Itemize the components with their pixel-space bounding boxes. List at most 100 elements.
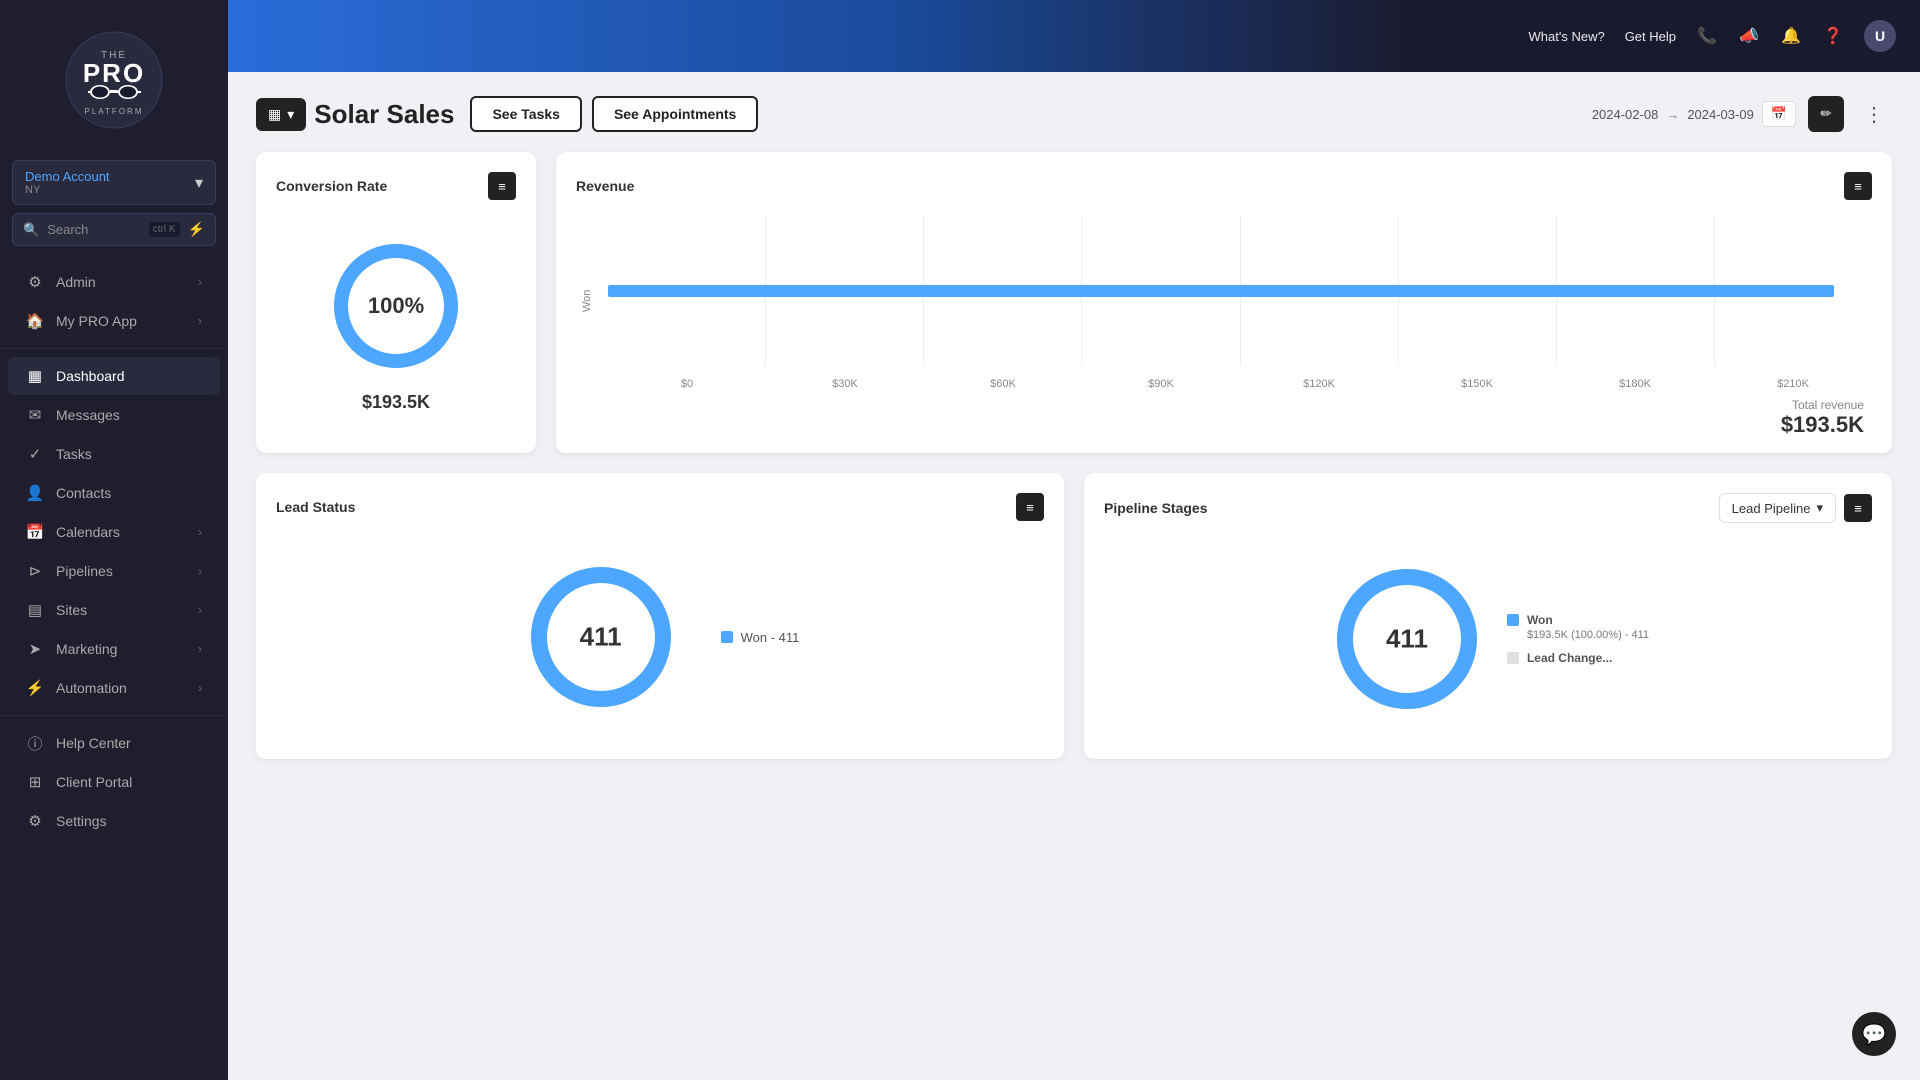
contacts-icon: 👤 xyxy=(26,484,44,502)
x-label-5: $150K xyxy=(1398,378,1556,390)
edit-button[interactable]: ✏ xyxy=(1808,96,1844,132)
pipeline-donut: 411 xyxy=(1327,559,1487,719)
search-bar[interactable]: 🔍 ctrl K ⚡ xyxy=(12,213,216,246)
calendar-icon[interactable]: 📅 xyxy=(1762,101,1796,127)
marketing-arrow: › xyxy=(198,642,202,656)
sidebar-item-tasks[interactable]: ✓ Tasks xyxy=(8,435,220,473)
sidebar-label-calendars: Calendars xyxy=(56,524,186,540)
svg-text:PLATFORM: PLATFORM xyxy=(85,107,144,116)
sidebar-item-my-pro-app[interactable]: 🏠 My PRO App › xyxy=(8,302,220,340)
date-range: 2024-02-08 → 2024-03-09 📅 xyxy=(1592,101,1796,127)
revenue-settings-button[interactable]: ≡ xyxy=(1844,172,1872,200)
pipeline-legend-won-detail: $193.5K (100.00%) - 411 xyxy=(1527,628,1649,643)
revenue-chart-area: $0 $30K $60K $90K $120K $150K $180K $210… xyxy=(608,216,1872,366)
x-label-0: $0 xyxy=(608,378,766,390)
pipelines-arrow: › xyxy=(198,564,202,578)
pipeline-legend-won: Won $193.5K (100.00%) - 411 xyxy=(1507,612,1649,644)
sidebar-item-pipelines[interactable]: ⊳ Pipelines › xyxy=(8,552,220,590)
client-portal-icon: ⊞ xyxy=(26,773,44,791)
dash-title-block: ▦ ▾ Solar Sales xyxy=(256,98,454,131)
pipeline-legend-lead-change-text: Lead Change... xyxy=(1527,650,1612,667)
marketing-icon: ➤ xyxy=(26,640,44,658)
pipeline-stages-widget: Pipeline Stages Lead Pipeline ▾ ≡ xyxy=(1084,473,1892,759)
sidebar-item-client-portal[interactable]: ⊞ Client Portal xyxy=(8,763,220,801)
revenue-total-block: Total revenue $193.5K xyxy=(576,398,1872,438)
pipeline-body: 411 Won $193.5K (100.00%) - 411 xyxy=(1104,539,1872,739)
main-wrapper: What's New? Get Help 📞 📣 🔔 ❓ U ▦ ▾ Solar… xyxy=(228,0,1920,1080)
conversion-rate-widget: Conversion Rate ≡ 100% $193.5K xyxy=(256,152,536,453)
revenue-header: Revenue ≡ xyxy=(576,172,1872,200)
pipeline-dropdown[interactable]: Lead Pipeline ▾ xyxy=(1719,493,1836,523)
account-selector[interactable]: Demo Account NY ▾ xyxy=(12,160,216,205)
sidebar-item-help-center[interactable]: ⓘ Help Center xyxy=(8,724,220,762)
lead-status-settings-button[interactable]: ≡ xyxy=(1016,493,1044,521)
bottom-widget-row: Lead Status ≡ 411 Won - 411 xyxy=(256,473,1892,759)
sidebar: THE PRO PLATFORM Demo Account NY ▾ xyxy=(0,0,228,1080)
see-appointments-button[interactable]: See Appointments xyxy=(592,96,758,132)
pipeline-dot-won xyxy=(1507,614,1519,626)
x-label-7: $210K xyxy=(1714,378,1872,390)
chat-icon: 💬 xyxy=(1862,1022,1887,1047)
search-icon: 🔍 xyxy=(23,222,39,238)
x-label-3: $90K xyxy=(1082,378,1240,390)
pipeline-legend: Won $193.5K (100.00%) - 411 Lead Change.… xyxy=(1507,612,1649,667)
sidebar-item-automation[interactable]: ⚡ Automation › xyxy=(8,669,220,707)
pipeline-header-right: Lead Pipeline ▾ ≡ xyxy=(1719,493,1872,523)
chat-bubble-button[interactable]: 💬 xyxy=(1852,1012,1896,1056)
dashboard-actions: See Tasks See Appointments xyxy=(470,96,758,132)
pipeline-settings-button[interactable]: ≡ xyxy=(1844,494,1872,522)
admin-arrow: › xyxy=(198,275,202,289)
notifications-icon[interactable]: 🔔 xyxy=(1780,25,1802,47)
lead-count: 411 xyxy=(580,622,622,653)
sidebar-label-tasks: Tasks xyxy=(56,446,202,462)
conversion-value: $193.5K xyxy=(362,392,430,413)
see-tasks-button[interactable]: See Tasks xyxy=(470,96,581,132)
pipelines-icon: ⊳ xyxy=(26,562,44,580)
sidebar-item-marketing[interactable]: ➤ Marketing › xyxy=(8,630,220,668)
sidebar-label-contacts: Contacts xyxy=(56,485,202,501)
board-icon: ▦ xyxy=(268,106,281,123)
logo: THE PRO PLATFORM xyxy=(0,0,228,160)
date-range-arrow: → xyxy=(1666,107,1679,122)
sidebar-nav: ⚙ Admin › 🏠 My PRO App › ▦ Dashboard ✉ M… xyxy=(0,262,228,841)
board-selector-button[interactable]: ▦ ▾ xyxy=(256,98,306,131)
board-arrow: ▾ xyxy=(287,106,294,123)
sidebar-label-my-pro-app: My PRO App xyxy=(56,313,186,329)
automation-icon: ⚡ xyxy=(26,679,44,697)
more-options-button[interactable]: ⋮ xyxy=(1856,98,1892,131)
sidebar-label-messages: Messages xyxy=(56,407,202,423)
pipeline-dot-lead-change xyxy=(1507,652,1519,664)
sidebar-item-calendars[interactable]: 📅 Calendars › xyxy=(8,513,220,551)
lead-status-widget: Lead Status ≡ 411 Won - 411 xyxy=(256,473,1064,759)
conversion-donut: 100% xyxy=(326,236,466,376)
pipeline-legend-won-text: Won $193.5K (100.00%) - 411 xyxy=(1527,612,1649,644)
sidebar-item-messages[interactable]: ✉ Messages xyxy=(8,396,220,434)
sidebar-item-admin[interactable]: ⚙ Admin › xyxy=(8,263,220,301)
conversion-rate-settings-button[interactable]: ≡ xyxy=(488,172,516,200)
sidebar-item-sites[interactable]: ▤ Sites › xyxy=(8,591,220,629)
phone-icon[interactable]: 📞 xyxy=(1696,25,1718,47)
revenue-y-label: Won xyxy=(581,290,593,312)
revenue-chart-container: Won xyxy=(576,216,1872,396)
sidebar-label-admin: Admin xyxy=(56,274,186,290)
x-label-4: $120K xyxy=(1240,378,1398,390)
my-pro-app-icon: 🏠 xyxy=(26,312,44,330)
search-input[interactable] xyxy=(47,222,141,237)
help-icon[interactable]: ❓ xyxy=(1822,25,1844,47)
pipeline-legend-lead-change: Lead Change... xyxy=(1507,650,1649,667)
sidebar-item-dashboard[interactable]: ▦ Dashboard xyxy=(8,357,220,395)
dash-right: 2024-02-08 → 2024-03-09 📅 ✏ ⋮ xyxy=(1592,96,1892,132)
dashboard-title: Solar Sales xyxy=(314,99,454,130)
megaphone-icon[interactable]: 📣 xyxy=(1738,25,1760,47)
messages-icon: ✉ xyxy=(26,406,44,424)
sidebar-item-contacts[interactable]: 👤 Contacts xyxy=(8,474,220,512)
sites-arrow: › xyxy=(198,603,202,617)
user-avatar[interactable]: U xyxy=(1864,20,1896,52)
get-help-link[interactable]: Get Help xyxy=(1625,29,1676,44)
lead-status-title: Lead Status xyxy=(276,499,355,515)
whats-new-link[interactable]: What's New? xyxy=(1529,29,1605,44)
date-to: 2024-03-09 xyxy=(1687,107,1754,122)
sidebar-item-settings[interactable]: ⚙ Settings xyxy=(8,802,220,840)
legend-label-won: Won - 411 xyxy=(741,630,800,645)
sidebar-label-automation: Automation xyxy=(56,680,186,696)
